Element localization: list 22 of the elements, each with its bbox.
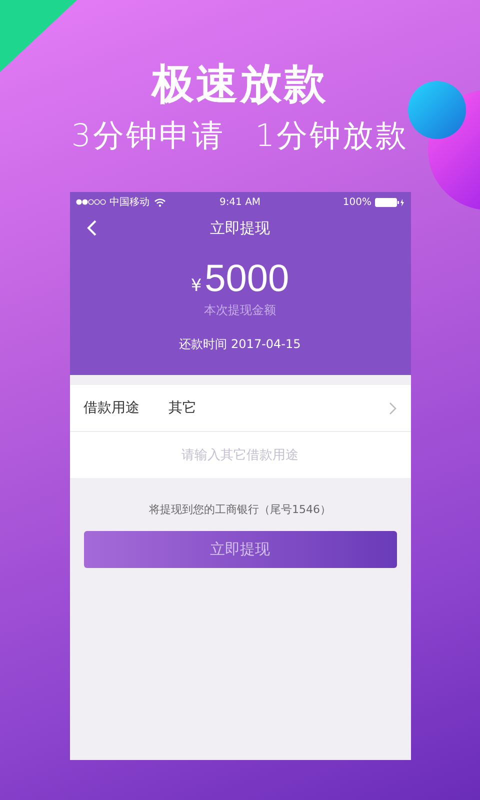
- currency-symbol: ¥: [190, 276, 202, 296]
- chevron-icon: [388, 402, 396, 414]
- purpose-value: 其它: [168, 399, 198, 417]
- screen-title: 立即提现: [210, 218, 270, 238]
- withdraw-amount: 5000: [204, 258, 290, 300]
- battery-icon: [374, 198, 405, 206]
- amount-label: 本次提现金额: [204, 302, 276, 319]
- purpose-row[interactable]: 借款用途 其它: [70, 385, 410, 432]
- tagline: 1分钟放款: [255, 117, 409, 156]
- battery-percent: 100%: [342, 196, 372, 208]
- back-icon: [86, 220, 96, 236]
- tagline: 3分钟申请: [71, 117, 225, 156]
- signal-icon: [76, 199, 106, 205]
- wifi-icon: [154, 198, 166, 206]
- status-time: 9:41 AM: [219, 196, 261, 208]
- carrier-name: 中国移动: [110, 196, 150, 209]
- repay-date: 还款时间 2017-04-15: [179, 336, 301, 353]
- small-decor-circle: [408, 81, 466, 139]
- purpose-input-field[interactable]: 请输入其它借款用途: [70, 432, 410, 478]
- headline: 极速放款: [152, 58, 328, 110]
- bank-note: 将提现到您的工商银行（尾号1546）: [149, 502, 331, 517]
- purpose-label: 借款用途: [84, 399, 140, 417]
